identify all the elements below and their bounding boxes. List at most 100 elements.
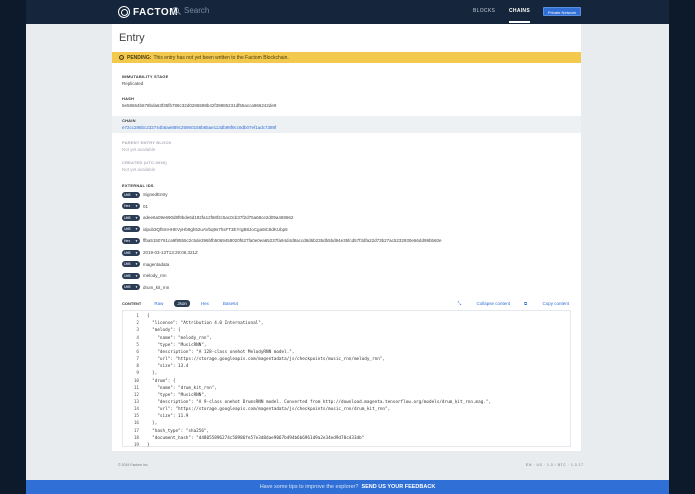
top-nav-bar: FACTOM BLOCKS CHAINS Private Network xyxy=(26,0,669,24)
line-text: "name": "drum_kit_rnn", xyxy=(147,385,217,391)
chevron-down-icon: ▼ xyxy=(135,192,138,197)
chevron-down-icon: ▼ xyxy=(135,215,138,220)
pending-label: PENDING: xyxy=(127,54,152,61)
chevron-down-icon: ▼ xyxy=(135,285,138,290)
format-select[interactable]: Utf8 ▼ xyxy=(122,284,140,291)
format-select[interactable]: Utf8 ▼ xyxy=(122,226,140,233)
line-text: "name": "melody_rnn", xyxy=(147,335,212,341)
format-label: Utf8 xyxy=(124,192,131,197)
line-number: 19 xyxy=(133,442,139,448)
format-select[interactable]: Utf8 ▼ xyxy=(122,191,140,198)
line-text: "url": "https://storage.googleapis.com/m… xyxy=(147,407,391,413)
external-id-row: Utf8 ▼ idpub3Qf5mHHEVyHb9gh52uAVbq9s7hsFT3… xyxy=(122,226,288,233)
format-label: Utf8 xyxy=(124,262,131,267)
tab-json[interactable]: Json xyxy=(174,300,190,307)
external-id-row: Hex ▼ ffba5150761ca9f8555c2c5de396bfb50694… xyxy=(122,237,441,244)
line-text: }, xyxy=(147,421,158,427)
format-label: Utf8 xyxy=(124,227,131,232)
format-select[interactable]: Utf8 ▼ xyxy=(122,272,140,279)
content-header: CONTENT Raw Json Hex Base64 xyxy=(122,300,249,307)
external-id-value: ffba5150761ca9f8555c2c5de396bfb506945802… xyxy=(143,238,442,244)
code-line: 19} xyxy=(123,442,150,449)
immutability-value: Replicated xyxy=(122,81,144,86)
format-select[interactable]: Utf8 ▼ xyxy=(122,214,140,221)
line-number: 11 xyxy=(133,385,139,391)
feedback-text: Have some tips to improve the explorer? xyxy=(259,484,359,490)
created-label: CREATED (UTC-0000) xyxy=(122,160,167,165)
chevron-down-icon: ▼ xyxy=(135,250,138,255)
created-field: CREATED (UTC-0000) Not yet available xyxy=(112,160,581,172)
line-text: "license": "Attribution 4.0 Internationa… xyxy=(147,321,264,327)
immutability-label: IMMUTABILITY STAGE xyxy=(122,74,169,79)
footer-copyright: © 2019 Factom Inc. xyxy=(118,463,149,467)
network-button[interactable]: Private Network xyxy=(543,7,582,16)
feedback-link[interactable]: SEND US YOUR FEEDBACK xyxy=(361,484,435,490)
footer-language-version[interactable]: EN · US · 1.0 / BTC · 1.0.17 xyxy=(526,463,584,467)
line-text: "description": "A 9-class onehot DrumsRN… xyxy=(147,399,492,405)
external-id-value: SignedEntry xyxy=(143,192,168,197)
external-id-row: Utf8 ▼ magentadata xyxy=(122,261,169,268)
chevron-down-icon: ▼ xyxy=(135,262,138,267)
factom-logo[interactable]: FACTOM xyxy=(118,5,178,19)
line-number: 2 xyxy=(136,321,139,327)
external-id-row: Utf8 ▼ SignedEntry xyxy=(122,191,168,198)
collapse-content-button[interactable]: ⤡ Collapse content xyxy=(458,301,510,306)
tab-base64[interactable]: Base64 xyxy=(220,300,241,307)
feedback-banner: Have some tips to improve the explorer? … xyxy=(26,480,669,494)
line-number: 13 xyxy=(133,399,139,405)
page-title: Entry xyxy=(119,32,145,44)
chevron-down-icon: ▼ xyxy=(135,227,138,232)
line-number: 9 xyxy=(136,371,139,377)
collapse-content-label: Collapse content xyxy=(476,301,510,306)
external-id-row: Utf8 ▼ drum_kit_rnn xyxy=(122,284,169,291)
line-text: "hash_type": "sha256", xyxy=(147,428,210,434)
pending-text: This entry has not yet been written to t… xyxy=(153,54,289,61)
line-number: 1 xyxy=(136,314,139,320)
format-select[interactable]: Hex ▼ xyxy=(122,203,140,210)
search-icon xyxy=(172,7,179,14)
external-id-row: Hex ▼ 01 xyxy=(122,203,148,210)
line-number: 7 xyxy=(136,357,139,363)
tab-raw[interactable]: Raw xyxy=(151,300,166,307)
format-label: Utf8 xyxy=(124,285,131,290)
format-label: Utf8 xyxy=(124,273,131,278)
format-label: Utf8 xyxy=(124,215,131,220)
line-number: 12 xyxy=(133,392,139,398)
tab-hex[interactable]: Hex xyxy=(198,300,212,307)
external-id-row: Utf8 ▼ melody_rnn xyxy=(122,272,167,279)
line-number: 18 xyxy=(133,435,139,441)
code-line: 18 "document_hash": "d48055896274c58986f… xyxy=(123,435,365,442)
content-actions: ⤡ Collapse content ⧉ Copy content xyxy=(444,301,569,306)
created-value: Not yet available xyxy=(122,167,156,172)
line-text: }, xyxy=(147,371,158,377)
nav-blocks[interactable]: BLOCKS xyxy=(473,8,495,14)
line-text: "type": "MusicRNN", xyxy=(147,392,207,398)
format-label: Hex xyxy=(124,204,131,209)
format-select[interactable]: Hex ▼ xyxy=(122,237,140,244)
search-input[interactable] xyxy=(184,6,274,15)
content-code-view[interactable]: 1 {2 "license": "Attribution 4.0 Internat… xyxy=(122,310,571,449)
external-id-value: idpub3Qf5mHHEVyHb9gh52uAVbq9s7hsFT3EYrgB… xyxy=(143,226,288,232)
format-select[interactable]: Utf8 ▼ xyxy=(122,261,140,268)
hash-value: 5e58664b678bda63f35fb788c32d0286598b42f3… xyxy=(122,103,277,108)
format-select[interactable]: Utf8 ▼ xyxy=(122,249,140,256)
line-number: 16 xyxy=(133,421,139,427)
external-id-value: melody_rnn xyxy=(143,273,167,279)
line-number: 14 xyxy=(133,407,139,413)
chevron-down-icon: ▼ xyxy=(135,204,138,209)
copy-content-button[interactable]: ⧉ Copy content xyxy=(524,301,569,306)
parent-block-value: Not yet available xyxy=(122,147,156,152)
line-number: 17 xyxy=(133,428,139,434)
external-id-value: 2019-03-13T13:29:06.321Z xyxy=(143,250,198,255)
nav-chains[interactable]: CHAINS xyxy=(509,8,530,23)
line-number: 8 xyxy=(136,364,139,370)
line-text: "melody": { xyxy=(147,328,181,334)
copy-content-label: Copy content xyxy=(542,301,569,306)
line-text: "description": "A 128-class onehot Melod… xyxy=(147,349,295,355)
external-ids-heading: EXTERNAL IDS xyxy=(112,183,581,188)
clock-icon: ◷ xyxy=(119,55,124,60)
format-label: Utf8 xyxy=(124,250,131,255)
external-id-value: adee6a09e690d8f9bde6d192fa12f68f2c5ac0cb… xyxy=(143,215,294,221)
chain-link[interactable]: e72cc286bc232744b6ae889c25960158b85ae113… xyxy=(122,125,581,130)
pending-banner: ◷ PENDING: This entry has not yet been w… xyxy=(112,52,581,63)
